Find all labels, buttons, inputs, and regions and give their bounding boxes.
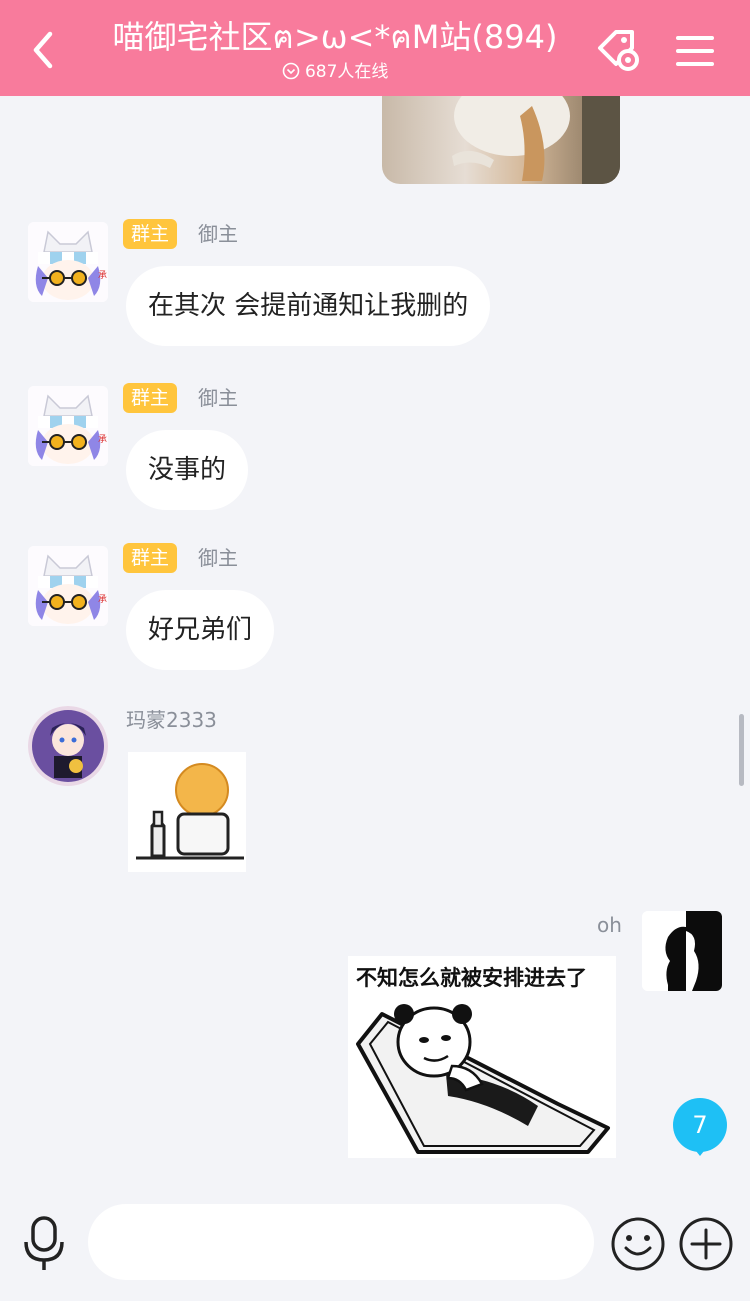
owner-badge: 群主	[123, 219, 178, 249]
sender-name[interactable]: 御主	[198, 543, 238, 573]
chevron-down-circle-icon	[282, 62, 299, 80]
panda-in-coffin-sticker-icon	[356, 1004, 610, 1154]
hamburger-menu-icon	[676, 36, 714, 66]
group-title: 喵御宅社区ฅ>ω<*ฅM站(894)	[112, 18, 558, 56]
message-bubble[interactable]: 没事的	[126, 430, 249, 510]
anime-cat-avatar-icon: 承	[28, 546, 108, 626]
avatar[interactable]: 承	[28, 546, 108, 626]
message-bubble[interactable]: 在其次 会提前通知让我删的	[126, 266, 491, 346]
dog-photo-message[interactable]	[382, 96, 620, 184]
sender-name[interactable]: oh	[597, 910, 622, 940]
message-bubble[interactable]: 好兄弟们	[126, 590, 275, 670]
avatar[interactable]: 承	[28, 386, 108, 466]
tag-settings-icon	[598, 30, 639, 71]
message-list[interactable]: 承 群主 御主 在其次 会提前通知让我删的 承 群主 御主 没事的 承 群主 御…	[0, 96, 750, 1186]
avatar[interactable]	[28, 706, 108, 786]
emoji-button[interactable]	[610, 1216, 666, 1272]
unread-badge-tail	[692, 1146, 708, 1156]
scrollbar[interactable]	[739, 714, 744, 786]
svg-text:承: 承	[98, 594, 107, 605]
sticker-message[interactable]: 不知怎么就被安排进去了	[348, 956, 616, 1158]
input-bar	[0, 1186, 750, 1301]
anime-girl-avatar-icon	[28, 706, 108, 786]
anime-cat-avatar-icon: 承	[28, 386, 108, 466]
avatar[interactable]: 承	[28, 222, 108, 302]
sender-name[interactable]: 御主	[198, 219, 238, 249]
voice-button[interactable]	[16, 1214, 72, 1270]
silhouette-avatar-icon	[642, 911, 722, 991]
back-button[interactable]	[22, 24, 66, 76]
owner-badge: 群主	[123, 543, 178, 573]
sender-name[interactable]: 御主	[198, 383, 238, 413]
unread-count-badge[interactable]: 7	[673, 1098, 727, 1152]
message-input[interactable]	[88, 1204, 594, 1280]
avatar[interactable]	[642, 911, 722, 991]
owner-badge: 群主	[123, 383, 178, 413]
chevron-left-icon	[33, 31, 53, 69]
sender-name[interactable]: 玛蒙2333	[126, 705, 217, 735]
menu-button[interactable]	[670, 26, 720, 76]
svg-text:承: 承	[98, 270, 107, 281]
group-tag-button[interactable]	[594, 26, 644, 76]
online-count: 687人在线	[304, 62, 389, 82]
more-button[interactable]	[678, 1216, 734, 1272]
online-status: 687人在线	[100, 60, 570, 84]
top-bar: 喵御宅社区ฅ>ω<*ฅM站(894) 687人在线	[0, 0, 750, 96]
dog-photo-image	[452, 96, 620, 184]
smiley-icon	[611, 1217, 665, 1271]
bald-head-doll-sticker-icon	[128, 752, 246, 872]
svg-text:承: 承	[98, 434, 107, 445]
anime-cat-avatar-icon: 承	[28, 222, 108, 302]
sticker-message[interactable]	[128, 752, 246, 872]
plus-circle-icon	[679, 1217, 733, 1271]
microphone-icon	[24, 1216, 64, 1270]
